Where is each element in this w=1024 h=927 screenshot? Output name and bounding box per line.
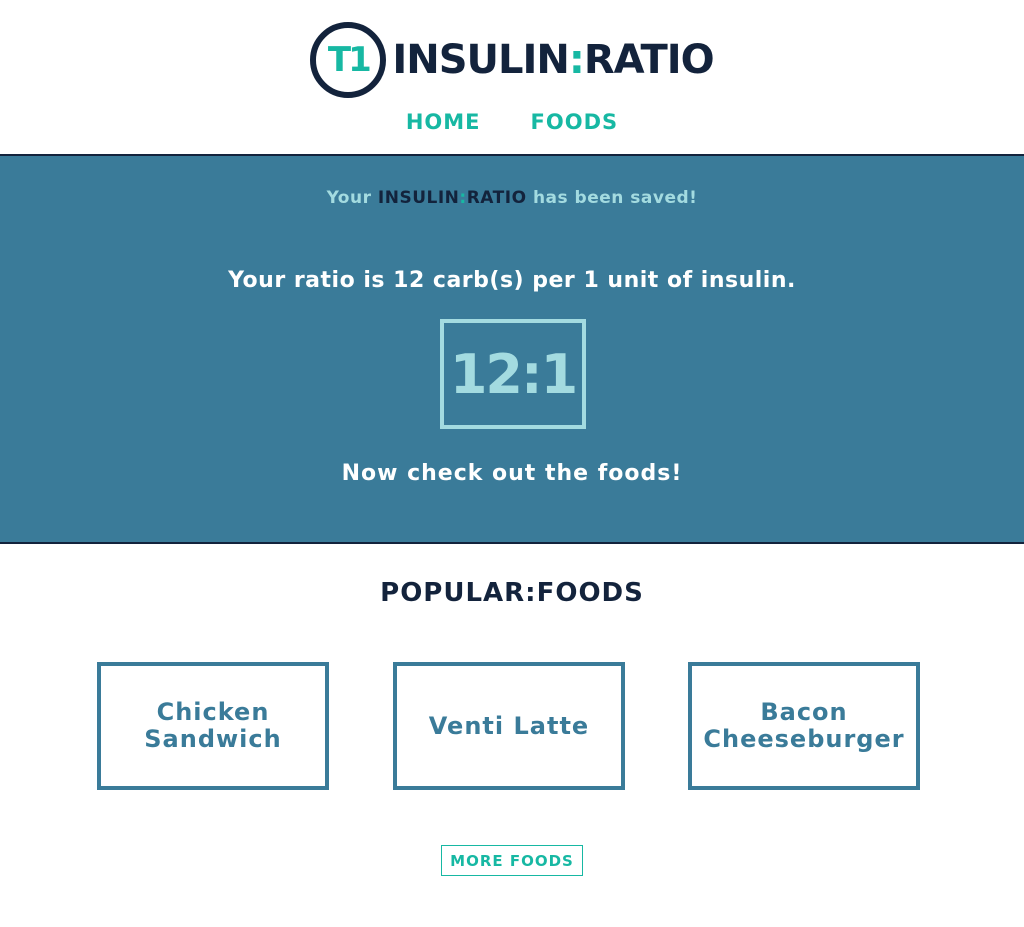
ratio-hero: Your INSULIN:RATIO has been saved! Your …: [0, 154, 1024, 544]
saved-brand-colon: :: [459, 188, 467, 208]
logo-word-insulin: INSULIN: [392, 37, 569, 83]
more-foods-button[interactable]: MORE FOODS: [441, 845, 583, 876]
food-card-bacon-cheeseburger[interactable]: Bacon Cheeseburger: [688, 662, 920, 790]
main-nav: HOME FOODS: [0, 110, 1024, 134]
t1-badge-icon: T1: [310, 22, 387, 98]
saved-prefix: Your: [326, 188, 378, 208]
saved-brand: INSULIN:RATIO: [378, 188, 527, 208]
nav-item-home[interactable]: HOME: [406, 110, 481, 134]
site-header: T1 INSULIN:RATIO HOME FOODS: [0, 0, 1024, 154]
nav-item-foods[interactable]: FOODS: [531, 110, 619, 134]
popular-foods-list: Chicken Sandwich Venti Latte Bacon Chees…: [0, 662, 1024, 796]
logo-colon: :: [568, 37, 585, 83]
check-foods-text: Now check out the foods!: [341, 461, 683, 486]
food-card-label: Venti Latte: [428, 711, 590, 740]
site-logo[interactable]: T1 INSULIN:RATIO: [0, 22, 1024, 98]
ratio-value: 12:1: [449, 342, 578, 406]
popular-foods-title: POPULAR:FOODS: [380, 578, 644, 608]
logo-word-ratio: RATIO: [583, 37, 715, 83]
food-card-label: Chicken Sandwich: [144, 698, 282, 753]
logo-badge-text: T1: [327, 40, 372, 80]
saved-message: Your INSULIN:RATIO has been saved!: [0, 188, 1024, 208]
ratio-value-box: 12:1: [440, 319, 586, 429]
saved-suffix: has been saved!: [526, 188, 698, 208]
saved-brand-insulin: INSULIN: [377, 188, 460, 208]
logo-wordmark: INSULIN:RATIO: [392, 37, 715, 83]
food-card-venti-latte[interactable]: Venti Latte: [393, 662, 625, 790]
food-card-chicken-sandwich[interactable]: Chicken Sandwich: [97, 662, 329, 790]
saved-brand-ratio: RATIO: [466, 188, 527, 208]
ratio-sentence: Your ratio is 12 carb(s) per 1 unit of i…: [228, 268, 796, 293]
food-card-label: Bacon Cheeseburger: [703, 698, 905, 753]
